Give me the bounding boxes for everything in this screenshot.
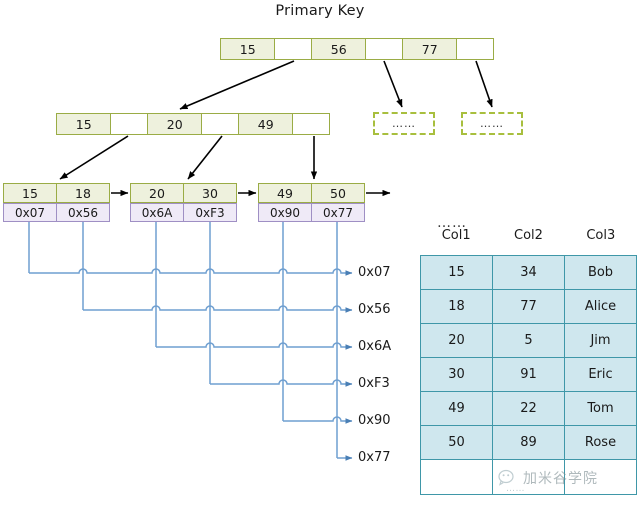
leaf-1-pointer-0[interactable]: 0x07 — [3, 203, 57, 222]
cell-r3-c1: 91 — [492, 357, 565, 392]
root-cell-1[interactable] — [274, 38, 312, 60]
watermark-dots: …… — [506, 484, 525, 494]
cell-r2-c1: 5 — [492, 323, 565, 358]
cell-r4-c2: Tom — [564, 391, 637, 426]
cell-r4-c1: 22 — [492, 391, 565, 426]
address-label-0xF3: 0xF3 — [358, 376, 390, 391]
cell-r0-c2: Bob — [564, 255, 637, 290]
root-cell-2[interactable]: 56 — [311, 38, 367, 60]
table-header-col1: Col1 — [441, 228, 471, 243]
cell-r3-c0: 30 — [420, 357, 493, 392]
cell-r1-c0: 18 — [420, 289, 493, 324]
table-row[interactable]: 49 22 Tom — [420, 391, 637, 426]
cell-r1-c2: Alice — [564, 289, 637, 324]
leaf-2-pointer-1[interactable]: 0xF3 — [183, 203, 237, 222]
table-header-col2: Col2 — [514, 228, 543, 243]
table-header-col3: Col3 — [586, 228, 616, 243]
placeholder-subtree-2[interactable]: …… — [461, 112, 523, 135]
leaf-1-key-1[interactable]: 18 — [56, 183, 110, 203]
leaf-3-pointer-1[interactable]: 0x77 — [311, 203, 365, 222]
internal-cell-0[interactable]: 15 — [56, 113, 112, 135]
page-title: Primary Key — [275, 3, 365, 19]
table-header-row: Col1 Col2 Col3 — [420, 228, 637, 243]
data-table: 15 34 Bob 18 77 Alice 20 5 Jim 30 91 Eri… — [420, 255, 637, 495]
leaf-2-pointer-0[interactable]: 0x6A — [130, 203, 184, 222]
arrow-internal-to-leaf-1 — [59, 135, 129, 180]
root-cell-3[interactable] — [365, 38, 403, 60]
address-label-0x07: 0x07 — [358, 265, 391, 280]
arrow-root-to-placeholder-2 — [475, 60, 493, 108]
table-row[interactable]: 50 89 Rose — [420, 425, 637, 460]
cell-r6-c0 — [420, 459, 493, 495]
leaf-node-3-keys: 49 50 — [258, 183, 366, 203]
watermark: 加米谷学院 …… — [498, 468, 598, 494]
root-cell-5[interactable] — [456, 38, 494, 60]
pointer-wires — [28, 222, 353, 461]
internal-node: 15 20 49 — [56, 113, 330, 135]
address-label-0x90: 0x90 — [358, 413, 391, 428]
internal-cell-1[interactable] — [110, 113, 148, 135]
cell-r1-c1: 77 — [492, 289, 565, 324]
placeholder-subtree-2-label: …… — [480, 117, 504, 130]
leaf-node-1-keys: 15 18 — [3, 183, 111, 203]
cell-r4-c0: 49 — [420, 391, 493, 426]
table-row[interactable]: 20 5 Jim — [420, 323, 637, 358]
address-label-0x77: 0x77 — [358, 450, 391, 465]
leaf-node-1-pointers: 0x07 0x56 — [3, 203, 111, 222]
cell-r0-c0: 15 — [420, 255, 493, 290]
table-row[interactable]: 15 34 Bob — [420, 255, 637, 290]
cell-r0-c1: 34 — [492, 255, 565, 290]
root-cell-4[interactable]: 77 — [402, 38, 458, 60]
arrow-root-to-placeholder-1 — [383, 60, 403, 108]
internal-cell-5[interactable] — [292, 113, 330, 135]
internal-cell-3[interactable] — [201, 113, 239, 135]
cell-r3-c2: Eric — [564, 357, 637, 392]
cell-r5-c0: 50 — [420, 425, 493, 460]
internal-cell-4[interactable]: 49 — [238, 113, 294, 135]
leaf-3-key-1[interactable]: 50 — [311, 183, 365, 203]
leaf-2-key-0[interactable]: 20 — [130, 183, 184, 203]
table-row[interactable]: 30 91 Eric — [420, 357, 637, 392]
leaf-node-3-pointers: 0x90 0x77 — [258, 203, 366, 222]
placeholder-subtree-1[interactable]: …… — [373, 112, 435, 135]
leaf-3-pointer-0[interactable]: 0x90 — [258, 203, 312, 222]
root-node: 15 56 77 — [220, 38, 494, 60]
leaf-node-2-pointers: 0x6A 0xF3 — [130, 203, 238, 222]
cell-r2-c0: 20 — [420, 323, 493, 358]
table-row[interactable]: 18 77 Alice — [420, 289, 637, 324]
address-label-0x6A: 0x6A — [358, 339, 392, 354]
arrow-root-to-internal — [179, 60, 295, 110]
address-label-0x56: 0x56 — [358, 302, 391, 317]
leaf-node-2-keys: 20 30 — [130, 183, 238, 203]
cell-r2-c2: Jim — [564, 323, 637, 358]
cell-r5-c1: 89 — [492, 425, 565, 460]
watermark-text: 加米谷学院 — [523, 471, 598, 487]
leaf-1-key-0[interactable]: 15 — [3, 183, 57, 203]
placeholder-subtree-1-label: …… — [392, 117, 416, 130]
cell-r5-c2: Rose — [564, 425, 637, 460]
root-cell-0[interactable]: 15 — [220, 38, 276, 60]
leaf-2-key-1[interactable]: 30 — [183, 183, 237, 203]
leaf-3-key-0[interactable]: 49 — [258, 183, 312, 203]
leaf-1-pointer-1[interactable]: 0x56 — [56, 203, 110, 222]
diagram-canvas: Primary Key 15 56 77 15 20 49 …… …… 15 1… — [0, 0, 640, 515]
internal-cell-2[interactable]: 20 — [147, 113, 203, 135]
arrow-internal-to-leaf-2 — [187, 135, 223, 180]
